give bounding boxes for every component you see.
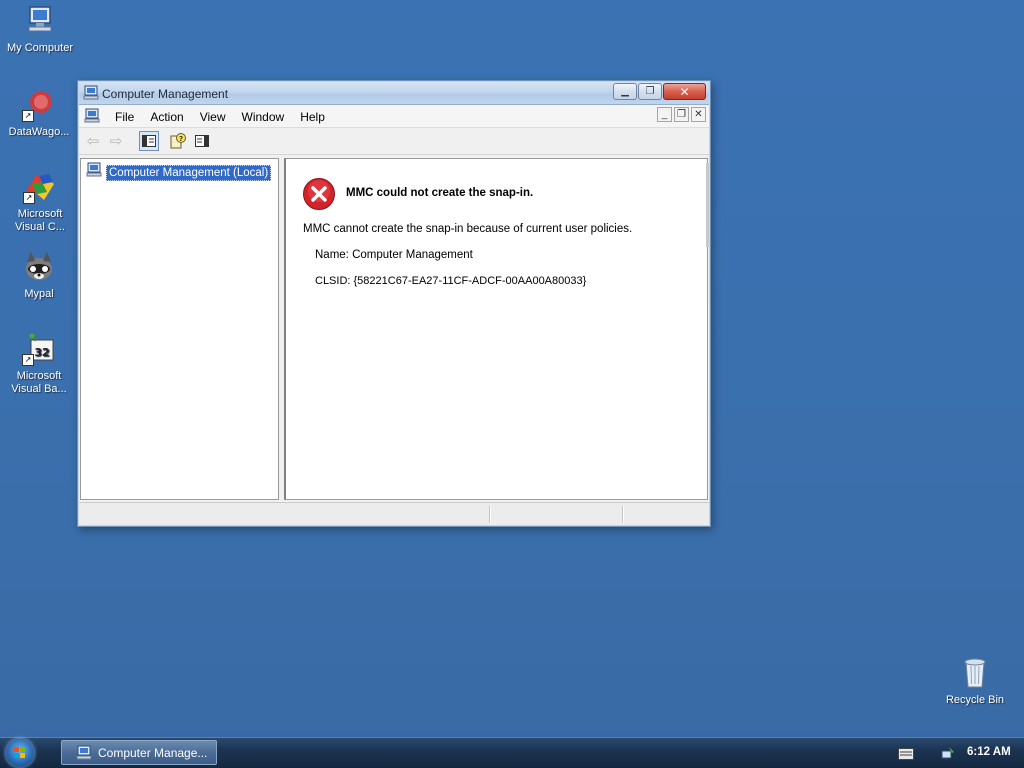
desktop-icon-label: My Computer — [6, 42, 74, 54]
svg-text:32: 32 — [34, 346, 49, 359]
show-hide-action-pane-button[interactable] — [192, 131, 212, 151]
recycle-bin-icon — [958, 656, 992, 690]
mmc-document-icon[interactable] — [84, 108, 100, 129]
forward-arrow-icon: ⇨ — [109, 133, 123, 150]
window-titlebar[interactable]: Computer Management ▁ ❐ ✕ — [79, 82, 709, 105]
desktop-icon-recycle-bin[interactable]: Recycle Bin — [937, 656, 1013, 707]
details-pane: MMC could not create the snap-in. MMC ca… — [284, 158, 709, 500]
desktop-icon-visual-c[interactable]: ↗ Microsoft Visual C... — [2, 170, 78, 234]
shortcut-arrow-icon: ↗ — [22, 110, 34, 122]
error-title: MMC could not create the snap-in. — [346, 187, 534, 199]
taskbar: Computer Manage... 6:12 AM — [0, 737, 1024, 768]
mypal-icon — [22, 250, 56, 284]
toolbar: ⇦ ⇨ ? — [79, 128, 709, 155]
minimize-icon: ▁ — [621, 86, 629, 97]
menu-view[interactable]: View — [192, 109, 234, 125]
taskbar-button-computer-management[interactable]: Computer Manage... — [61, 740, 217, 765]
status-divider — [489, 506, 491, 523]
restore-icon: ❐ — [677, 109, 686, 120]
shortcut-arrow-icon: ↗ — [23, 192, 35, 204]
action-pane-icon — [195, 135, 209, 147]
child-minimize-button[interactable]: _ — [657, 107, 672, 122]
close-icon: ✕ — [679, 84, 690, 99]
child-restore-button[interactable]: ❐ — [674, 107, 689, 122]
computer-management-icon — [86, 162, 102, 183]
desktop-icon-label: Recycle Bin — [945, 694, 1005, 706]
status-divider — [622, 506, 624, 523]
start-button[interactable] — [6, 739, 34, 767]
visual-basic-icon: 32 ↗ — [22, 332, 56, 366]
minimize-icon: _ — [661, 109, 668, 120]
menu-window[interactable]: Window — [234, 109, 293, 125]
show-hide-console-tree-button[interactable] — [139, 131, 159, 151]
tree-item-computer-management-local[interactable]: Computer Management (Local) — [86, 162, 272, 183]
taskbar-clock[interactable]: 6:12 AM — [967, 746, 1011, 758]
desktop-icon-label: Mypal — [24, 288, 54, 300]
desktop-icon-datawagon[interactable]: ↗ DataWago... — [1, 88, 77, 139]
svg-text:?: ? — [179, 135, 183, 143]
desktop-icon-my-computer[interactable]: My Computer — [2, 4, 78, 55]
computer-management-window[interactable]: Computer Management ▁ ❐ ✕ File Action Vi… — [77, 80, 711, 527]
forward-button[interactable]: ⇨ — [106, 131, 126, 151]
snap-in-name: Name: Computer Management — [315, 249, 473, 261]
back-button[interactable]: ⇦ — [83, 131, 103, 151]
help-icon: ? — [170, 133, 186, 149]
desktop-icon-label: DataWago... — [8, 126, 70, 138]
menu-file[interactable]: File — [107, 109, 142, 125]
snap-in-clsid: CLSID: {58221C67-EA27-11CF-ADCF-00AA00A8… — [315, 275, 587, 287]
desktop-icon-label: Microsoft Visual C... — [15, 208, 65, 233]
error-message: MMC cannot create the snap-in because of… — [303, 223, 633, 235]
help-button[interactable]: ? — [168, 131, 188, 151]
menu-bar: File Action View Window Help _ ❐ ✕ — [79, 105, 709, 128]
shortcut-arrow-icon: ↗ — [22, 354, 34, 366]
close-button[interactable]: ✕ — [663, 83, 706, 100]
menu-help[interactable]: Help — [292, 109, 333, 125]
back-arrow-icon: ⇦ — [86, 133, 100, 150]
console-tree-icon — [142, 135, 156, 147]
pane-area: Computer Management (Local) MMC could no… — [80, 158, 709, 500]
restore-button[interactable]: ❐ — [638, 83, 662, 100]
console-tree-pane[interactable]: Computer Management (Local) — [80, 158, 279, 500]
tree-item-label: Computer Management (Local) — [106, 164, 272, 181]
computer-management-icon — [76, 745, 92, 761]
error-icon — [302, 177, 336, 216]
computer-icon — [23, 4, 57, 38]
restore-icon: ❐ — [645, 86, 655, 97]
window-title: Computer Management — [102, 87, 229, 101]
desktop-icon-label: Microsoft Visual Ba... — [11, 370, 67, 395]
desktop-icon-visual-basic[interactable]: 32 ↗ Microsoft Visual Ba... — [1, 332, 77, 396]
status-bar — [79, 502, 709, 525]
visual-c-icon: ↗ — [23, 170, 57, 204]
datawagon-icon: ↗ — [22, 88, 56, 122]
child-close-button[interactable]: ✕ — [691, 107, 706, 122]
network-icon[interactable] — [940, 745, 956, 766]
minimize-button[interactable]: ▁ — [613, 83, 637, 100]
close-icon: ✕ — [694, 109, 703, 120]
taskbar-button-label: Computer Manage... — [98, 745, 208, 760]
menu-action[interactable]: Action — [142, 109, 191, 125]
desktop-icon-mypal[interactable]: Mypal — [1, 250, 77, 301]
windows-logo-icon — [14, 747, 25, 758]
computer-management-icon — [83, 85, 99, 106]
keyboard-icon[interactable] — [898, 747, 914, 765]
pane-edge — [706, 163, 709, 247]
